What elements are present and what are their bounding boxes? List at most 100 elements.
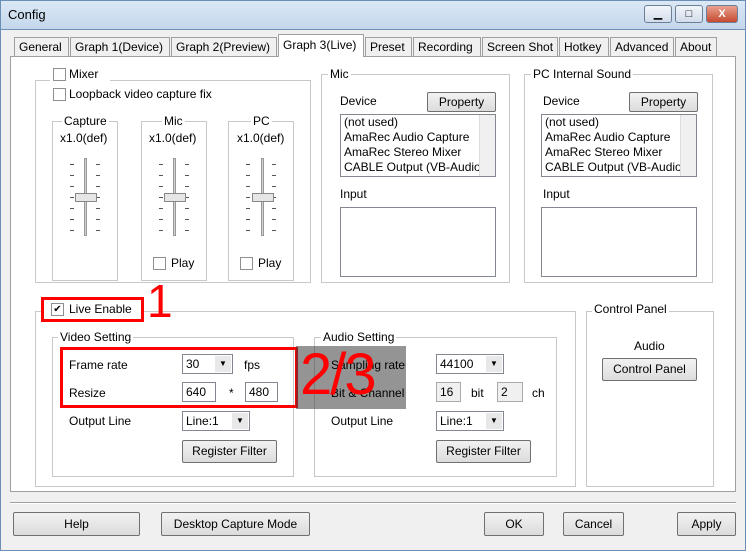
video-output-select[interactable]: Line:1 ▼ bbox=[182, 411, 250, 431]
mic-gain: x1.0(def) bbox=[149, 131, 197, 145]
chevron-down-icon: ▼ bbox=[486, 356, 502, 372]
mic-play-label: Play bbox=[171, 256, 195, 270]
pc-device-label: Device bbox=[543, 94, 580, 108]
control-panel-group bbox=[586, 311, 714, 487]
minimize-button[interactable]: ▁ bbox=[644, 5, 672, 23]
control-panel-button[interactable]: Control Panel bbox=[602, 358, 697, 381]
mic-device-label: Device bbox=[340, 94, 377, 108]
slider-tick bbox=[159, 164, 189, 165]
mic-input-label: Input bbox=[340, 187, 367, 201]
mic-slider-label: Mic bbox=[162, 114, 185, 128]
pc-gain: x1.0(def) bbox=[237, 131, 285, 145]
slider-tick bbox=[159, 186, 189, 187]
slider-tick bbox=[70, 219, 100, 220]
annotation-box-2 bbox=[60, 347, 298, 408]
pc-sound-title: PC Internal Sound bbox=[531, 67, 634, 81]
window-title: Config bbox=[8, 7, 46, 22]
tab-graph1[interactable]: Graph 1(Device) bbox=[70, 37, 170, 57]
list-item[interactable]: AmaRec Stereo Mixer bbox=[542, 145, 696, 160]
tab-screenshot[interactable]: Screen Shot bbox=[482, 37, 558, 57]
help-button[interactable]: Help bbox=[13, 512, 140, 536]
capture-label: Capture bbox=[62, 114, 109, 128]
close-button[interactable]: X bbox=[706, 5, 738, 23]
bit-input: 16 bbox=[436, 382, 461, 402]
ch-unit: ch bbox=[532, 386, 545, 400]
pc-slider-label: PC bbox=[251, 114, 272, 128]
audio-setting-title: Audio Setting bbox=[321, 330, 397, 344]
mic-slider-thumb[interactable] bbox=[164, 193, 186, 202]
slider-tick bbox=[246, 219, 276, 220]
slider-tick bbox=[246, 186, 276, 187]
slider-tick bbox=[70, 230, 100, 231]
live-enable-label: Live Enable bbox=[69, 302, 132, 316]
pc-play-checkbox[interactable] bbox=[240, 257, 253, 270]
tab-graph2[interactable]: Graph 2(Preview) bbox=[171, 37, 277, 57]
tab-recording[interactable]: Recording bbox=[413, 37, 481, 57]
mixer-label: Mixer bbox=[69, 67, 99, 81]
pc-property-button[interactable]: Property bbox=[629, 92, 698, 112]
slider-tick bbox=[159, 175, 189, 176]
bit-channel-label: Bit & Channel bbox=[331, 386, 405, 400]
footer-divider bbox=[10, 502, 736, 504]
mic-play-checkbox[interactable] bbox=[153, 257, 166, 270]
channel-input: 2 bbox=[497, 382, 523, 402]
slider-tick bbox=[246, 164, 276, 165]
mic-input-box[interactable] bbox=[340, 207, 496, 277]
mixer-checkbox[interactable] bbox=[53, 68, 66, 81]
tab-general[interactable]: General bbox=[14, 37, 69, 57]
pc-play-label: Play bbox=[258, 256, 282, 270]
ok-button[interactable]: OK bbox=[484, 512, 544, 536]
pc-device-list[interactable]: (not used) AmaRec Audio Capture AmaRec S… bbox=[541, 114, 697, 177]
audio-output-label: Output Line bbox=[331, 414, 394, 428]
audio-register-filter-button[interactable]: Register Filter bbox=[436, 440, 531, 463]
slider-tick bbox=[70, 208, 100, 209]
slider-tick bbox=[246, 175, 276, 176]
tab-advanced[interactable]: Advanced bbox=[610, 37, 674, 57]
annotation-1: 1 bbox=[147, 275, 173, 327]
live-enable-checkbox[interactable]: ✔ bbox=[51, 303, 64, 316]
bit-unit: bit bbox=[471, 386, 484, 400]
desktop-capture-mode-button[interactable]: Desktop Capture Mode bbox=[161, 512, 310, 536]
tab-graph3[interactable]: Graph 3(Live) bbox=[278, 34, 364, 57]
video-setting-title: Video Setting bbox=[58, 330, 134, 344]
slider-tick bbox=[159, 219, 189, 220]
audio-output-select[interactable]: Line:1 ▼ bbox=[436, 411, 504, 431]
slider-tick bbox=[70, 175, 100, 176]
mic-device-list[interactable]: (not used) AmaRec Audio Capture AmaRec S… bbox=[340, 114, 496, 177]
pc-slider-thumb[interactable] bbox=[252, 193, 274, 202]
maximize-button[interactable]: □ bbox=[675, 5, 703, 23]
capture-slider-thumb[interactable] bbox=[75, 193, 97, 202]
mic-title: Mic bbox=[328, 67, 351, 81]
slider-tick bbox=[70, 186, 100, 187]
list-item[interactable]: CABLE Output (VB-Audio bbox=[542, 160, 696, 175]
mic-property-button[interactable]: Property bbox=[427, 92, 496, 112]
scrollbar[interactable] bbox=[479, 115, 495, 176]
list-item[interactable]: CABLE Output (VB-Audio bbox=[341, 160, 495, 175]
pc-input-box[interactable] bbox=[541, 207, 697, 277]
video-output-label: Output Line bbox=[69, 414, 132, 428]
list-item[interactable]: AmaRec Stereo Mixer bbox=[341, 145, 495, 160]
slider-tick bbox=[159, 208, 189, 209]
list-item[interactable]: (not used) bbox=[341, 115, 495, 130]
loopback-checkbox[interactable] bbox=[53, 88, 66, 101]
tab-hotkey[interactable]: Hotkey bbox=[559, 37, 609, 57]
loopback-label: Loopback video capture fix bbox=[69, 87, 212, 101]
slider-tick bbox=[159, 230, 189, 231]
tab-about[interactable]: About bbox=[675, 37, 717, 57]
cancel-button[interactable]: Cancel bbox=[563, 512, 624, 536]
apply-button[interactable]: Apply bbox=[677, 512, 736, 536]
scrollbar[interactable] bbox=[680, 115, 696, 176]
sampling-rate-select[interactable]: 44100 ▼ bbox=[436, 354, 504, 374]
slider-tick bbox=[246, 208, 276, 209]
list-item[interactable]: (not used) bbox=[542, 115, 696, 130]
tab-preset[interactable]: Preset bbox=[365, 37, 412, 57]
control-panel-title: Control Panel bbox=[592, 302, 669, 316]
list-item[interactable]: AmaRec Audio Capture bbox=[341, 130, 495, 145]
chevron-down-icon: ▼ bbox=[486, 413, 502, 429]
capture-gain: x1.0(def) bbox=[60, 131, 108, 145]
video-register-filter-button[interactable]: Register Filter bbox=[182, 440, 277, 463]
chevron-down-icon: ▼ bbox=[232, 413, 248, 429]
slider-tick bbox=[246, 230, 276, 231]
list-item[interactable]: AmaRec Audio Capture bbox=[542, 130, 696, 145]
pc-input-label: Input bbox=[543, 187, 570, 201]
